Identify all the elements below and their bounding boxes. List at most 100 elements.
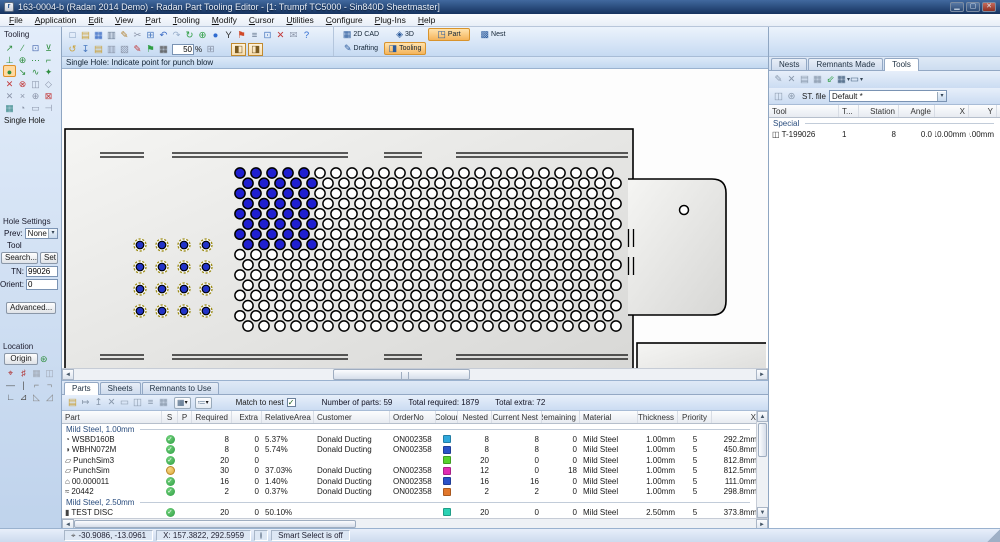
tab-nests[interactable]: Nests: [771, 58, 807, 70]
delete-tool-icon[interactable]: ✕: [785, 73, 798, 86]
column-header-t[interactable]: T...: [839, 105, 859, 117]
tile-window-icon[interactable]: ◧: [231, 43, 246, 56]
column-header-p[interactable]: P: [178, 411, 192, 423]
menu-utilities[interactable]: Utilities: [280, 15, 319, 25]
grid-icon[interactable]: ▦: [157, 43, 170, 56]
zoom-input[interactable]: [172, 44, 194, 55]
scroll-up-icon[interactable]: ▲: [757, 411, 768, 422]
parts-hscrollbar[interactable]: ◄ ►: [62, 518, 768, 528]
tool-view-icon[interactable]: ▭▾: [850, 73, 863, 86]
part-list-icon[interactable]: ≡: [144, 396, 157, 409]
match-to-nest-checkbox[interactable]: ✓: [287, 398, 296, 407]
remove-a-tool-icon[interactable]: ✕: [3, 89, 16, 101]
add-tool-icon[interactable]: ⊕: [29, 89, 42, 101]
st-file-select[interactable]: Default * ▾: [829, 90, 947, 102]
turret-icon[interactable]: ⊛: [785, 90, 798, 103]
column-header-relativearea[interactable]: RelativeArea: [262, 411, 314, 423]
refresh-icon[interactable]: ↻: [183, 29, 196, 42]
column-header-orderno[interactable]: OrderNo: [390, 411, 436, 423]
step-icon[interactable]: ⊞: [204, 43, 217, 56]
station-icon[interactable]: ◫: [772, 90, 785, 103]
snap-angle-icon[interactable]: ∟: [4, 391, 17, 403]
message-icon[interactable]: ✉: [287, 29, 300, 42]
parts-vscrollbar[interactable]: ▲ ▼: [756, 411, 768, 518]
close-button[interactable]: ✕: [982, 2, 996, 12]
tool-number-input[interactable]: [26, 266, 58, 277]
column-header-y[interactable]: Y: [969, 105, 997, 117]
redo-icon[interactable]: ↷: [170, 29, 183, 42]
punch-perp-tool-icon[interactable]: ⊥: [3, 53, 16, 65]
undo-icon[interactable]: ↶: [157, 29, 170, 42]
properties-icon[interactable]: ⊡: [261, 29, 274, 42]
menu-application[interactable]: Application: [29, 15, 83, 25]
punch-line-tool-icon[interactable]: ↗: [3, 41, 16, 53]
view-button-3d[interactable]: ◈3D: [384, 28, 426, 41]
menu-edit[interactable]: Edit: [82, 15, 109, 25]
resize-grip[interactable]: [987, 529, 1000, 542]
part-row[interactable]: ▮TEST DISC✓20050.10%2000Mild Steel2.50mm…: [62, 507, 756, 518]
column-header-customer[interactable]: Customer: [314, 411, 390, 423]
column-header-station[interactable]: Station: [859, 105, 899, 117]
column-header-current-nest[interactable]: Current Nest: [492, 411, 542, 423]
help-icon[interactable]: ?: [300, 29, 313, 42]
part-row[interactable]: ≈20442✓200.37%Donald DuctingON002358220M…: [62, 487, 756, 498]
snap-grid-icon[interactable]: ♯: [17, 367, 30, 379]
column-header-remaining[interactable]: Remaining: [542, 411, 580, 423]
column-header-priority[interactable]: Priority: [678, 411, 712, 423]
column-header-material[interactable]: Material: [580, 411, 638, 423]
part-row[interactable]: ▱PunchSim30037.03%Donald DuctingON002358…: [62, 466, 756, 477]
part-row[interactable]: ◑WBHN072M✓805.74%Donald DuctingON0023588…: [62, 445, 756, 456]
print-icon[interactable]: ▥: [105, 29, 118, 42]
part-row[interactable]: ◔WSBD160B✓805.37%Donald DuctingON0023588…: [62, 434, 756, 445]
scroll-down-icon[interactable]: ▼: [757, 507, 768, 518]
view-button-tooling[interactable]: ◨Tooling: [384, 42, 426, 55]
open-icon[interactable]: ▤: [79, 29, 92, 42]
save-icon[interactable]: ▦: [92, 29, 105, 42]
view-button-part[interactable]: ◳Part: [428, 28, 470, 41]
tab-parts[interactable]: Parts: [64, 382, 99, 395]
set-button[interactable]: Set: [40, 252, 58, 264]
view-style-combo[interactable]: ▦ ▾: [174, 397, 191, 409]
snap-tri3-icon[interactable]: ◿: [43, 391, 56, 403]
delete-tool-icon[interactable]: ✕: [3, 77, 16, 89]
cascade-window-icon[interactable]: ◨: [248, 43, 263, 56]
minimize-button[interactable]: ▁: [950, 2, 964, 12]
column-header-x[interactable]: X: [712, 411, 756, 423]
list-icon[interactable]: ≡: [248, 29, 261, 42]
menu-cursor[interactable]: Cursor: [243, 15, 281, 25]
punch-corner-tool-icon[interactable]: ⌐: [42, 53, 55, 65]
single-hole-tool-icon[interactable]: ●: [3, 65, 16, 77]
pattern-icon[interactable]: ▧: [118, 43, 131, 56]
snap-vertical-icon[interactable]: |: [17, 379, 30, 391]
delete-cluster-tool-icon[interactable]: ⊗: [16, 77, 29, 89]
drawing-canvas[interactable]: ◄ ►: [62, 69, 768, 381]
edit-tool-icon[interactable]: ✎: [772, 73, 785, 86]
prev-select[interactable]: None ▾: [25, 228, 58, 239]
flag-green-icon[interactable]: ⚑: [144, 43, 157, 56]
tool-filter-icon[interactable]: ▦▾: [837, 73, 850, 86]
view-button-drafting[interactable]: ✎Drafting: [340, 42, 382, 55]
origin-button[interactable]: Origin: [4, 353, 38, 365]
scroll-left-icon[interactable]: ◄: [62, 369, 74, 380]
punch-circle-tool-icon[interactable]: ⊕: [16, 53, 29, 65]
tool-library-icon[interactable]: ▦: [811, 73, 824, 86]
menu-part[interactable]: Part: [139, 15, 167, 25]
snap-target-icon[interactable]: ⌖: [4, 367, 17, 379]
remove-b-tool-icon[interactable]: ×: [16, 89, 29, 101]
maximize-button[interactable]: ▢: [966, 2, 980, 12]
sort-combo[interactable]: ≔ ▾: [195, 397, 212, 409]
punch-star-tool-icon[interactable]: ✦: [42, 65, 55, 77]
scroll-right-icon[interactable]: ►: [756, 369, 768, 380]
erase-tool-icon[interactable]: ⊠: [42, 89, 55, 101]
snap-station-icon[interactable]: ◫: [43, 367, 56, 379]
zoom-extents-icon[interactable]: ⊕: [196, 29, 209, 42]
snap-mesh-icon[interactable]: ▦: [30, 367, 43, 379]
new-icon[interactable]: □: [66, 29, 79, 42]
menu-file[interactable]: File: [3, 15, 29, 25]
snap-corner-icon[interactable]: ⌐: [30, 379, 43, 391]
tab-remnants-to-use[interactable]: Remnants to Use: [142, 382, 220, 394]
column-header-tool[interactable]: Tool: [769, 105, 839, 117]
apply-tool-icon[interactable]: ⇙: [824, 73, 837, 86]
cut-icon[interactable]: ✂: [131, 29, 144, 42]
info-icon[interactable]: ●: [209, 29, 222, 42]
